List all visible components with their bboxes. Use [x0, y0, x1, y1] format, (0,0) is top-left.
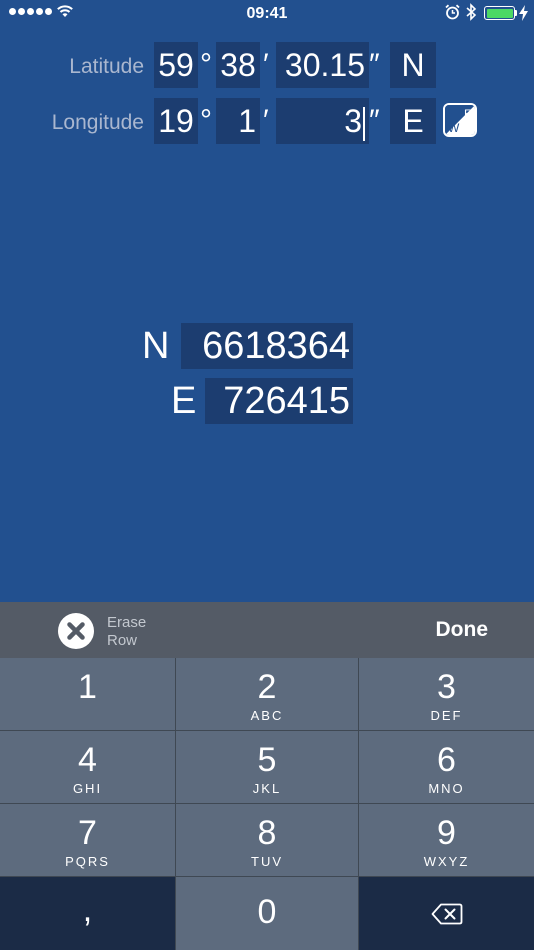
key-1[interactable]: 1 — [0, 658, 175, 730]
longitude-hemisphere-field[interactable]: E — [390, 98, 436, 144]
key-3[interactable]: 3 DEF — [359, 658, 534, 730]
numeric-keypad: 1 2 ABC 3 DEF 4 GHI 5 JKL 6 MNO 7 PQRS 8 TUV 9W… — [0, 658, 534, 950]
key-7[interactable]: 7 PQRS — [0, 804, 175, 876]
latitude-degrees-field[interactable]: 59 — [154, 42, 198, 88]
latitude-degree-symbol: ° — [200, 48, 212, 81]
longitude-seconds-field[interactable]: 3 — [276, 98, 369, 144]
result-east-letter: E — [171, 380, 197, 422]
key-6[interactable]: 6 MNO — [359, 731, 534, 803]
latitude-minutes-field[interactable]: 38 — [216, 42, 260, 88]
longitude-seconds-value: 3 — [344, 103, 362, 139]
result-east-value: 726415 — [205, 378, 353, 424]
latitude-second-symbol: ″ — [369, 48, 380, 81]
latitude-label: Latitude — [69, 55, 144, 78]
result-north-value: 6618364 — [181, 323, 353, 369]
longitude-second-symbol: ″ — [369, 104, 380, 137]
done-button[interactable]: Done — [436, 618, 489, 642]
longitude-label: Longitude — [51, 111, 144, 134]
status-bar: 09:41 — [0, 0, 534, 28]
keyboard-toolbar: Erase Row Done — [0, 602, 534, 658]
result-north-letter: N — [142, 325, 170, 367]
alarm-icon — [445, 4, 460, 20]
erase-row-label[interactable]: Erase Row — [107, 614, 167, 650]
latitude-hemisphere-field[interactable]: N — [390, 42, 436, 88]
key-9[interactable]: 9 WXYZ — [359, 804, 534, 876]
key-2[interactable]: 2 ABC — [176, 658, 358, 730]
longitude-degree-symbol: ° — [200, 104, 212, 137]
longitude-minutes-field[interactable]: 1 — [216, 98, 260, 144]
longitude-degrees-field[interactable]: 19 — [154, 98, 198, 144]
charging-icon — [519, 5, 528, 21]
erase-icon — [67, 622, 85, 640]
key-comma[interactable]: , — [0, 877, 175, 950]
key-8[interactable]: 8 TUV — [176, 804, 358, 876]
backspace-key[interactable] — [359, 877, 534, 950]
bluetooth-icon — [466, 3, 477, 21]
key-0[interactable]: 0 — [176, 877, 358, 950]
latitude-minute-symbol: ′ — [263, 48, 269, 81]
key-4[interactable]: 4 GHI — [0, 731, 175, 803]
backspace-icon — [431, 903, 462, 925]
longitude-minute-symbol: ′ — [263, 104, 269, 137]
hemisphere-toggle-bottom: W — [448, 121, 460, 135]
hemisphere-toggle-icon[interactable]: E W — [443, 103, 477, 137]
key-5[interactable]: 5 JKL — [176, 731, 358, 803]
battery-icon — [484, 6, 515, 20]
hemisphere-toggle-top: E — [464, 107, 472, 121]
erase-row-button[interactable] — [58, 613, 94, 649]
latitude-seconds-field[interactable]: 30.15 — [276, 42, 369, 88]
text-caret — [363, 106, 365, 141]
